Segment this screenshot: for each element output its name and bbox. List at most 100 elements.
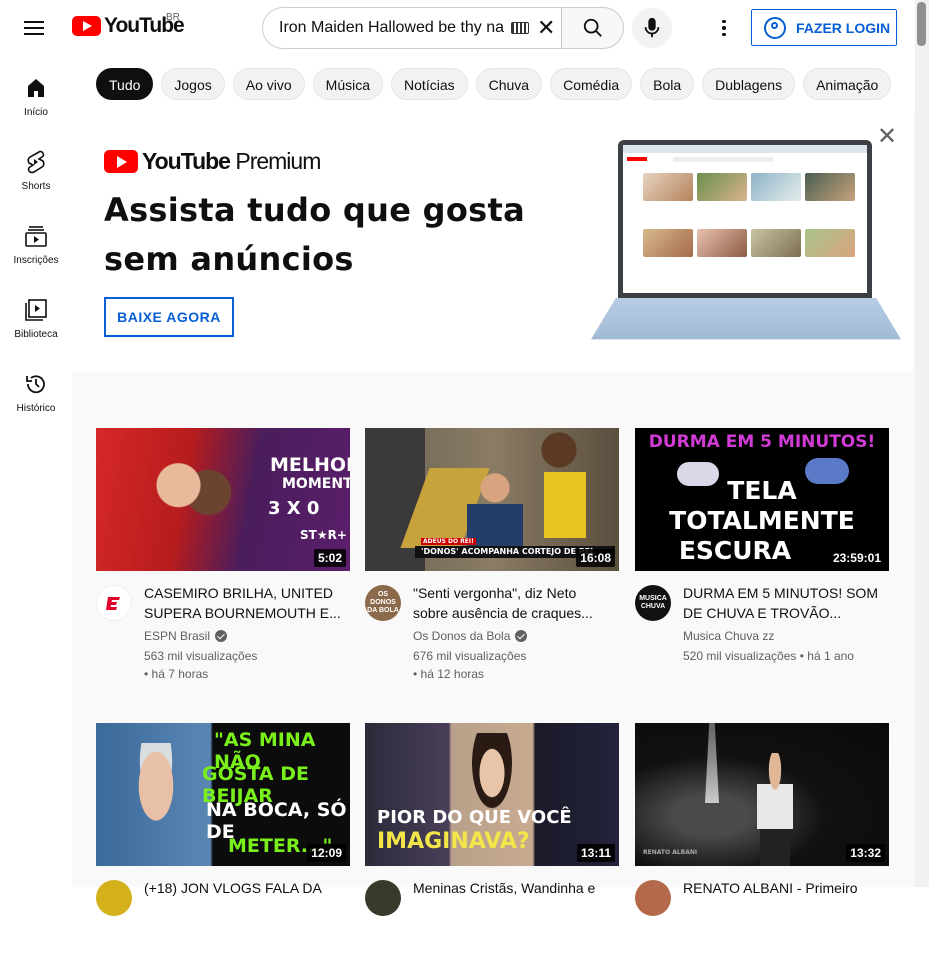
thumbnail-caption: RENATO ALBANI xyxy=(643,849,698,856)
thumbnail-tag: ADEUS DO REI! xyxy=(421,538,476,545)
chip-comedy[interactable]: Comédia xyxy=(550,68,633,100)
youtube-play-icon xyxy=(72,16,101,36)
sidebar-item-shorts[interactable]: Shorts xyxy=(0,130,72,204)
channel-avatar[interactable] xyxy=(96,880,132,916)
account-icon xyxy=(764,16,786,39)
subscriptions-icon xyxy=(25,226,47,247)
video-card[interactable]: PIOR DO QUE VOCÊ IMAGINAVA? 13:11 Menina… xyxy=(365,723,619,966)
video-title[interactable]: DURMA EM 5 MINUTOS! SOM DE CHUVA E TROVÃ… xyxy=(683,583,883,623)
video-thumbnail[interactable]: DURMA EM 5 MINUTOS! TELA TOTALMENTE ESCU… xyxy=(635,428,889,571)
upload-age: há 12 horas xyxy=(420,667,484,681)
video-card[interactable]: 'DONOS' ACOMPANHA CORTEJO DE PEL ADEUS D… xyxy=(365,428,619,681)
chip-live[interactable]: Ao vivo xyxy=(232,68,305,100)
menu-icon[interactable] xyxy=(24,17,48,39)
thumbnail-caption: MELHORES xyxy=(270,454,350,476)
search-input[interactable]: Iron Maiden Hallowed be thy na ✕ xyxy=(262,7,562,49)
video-thumbnail[interactable]: RENATO ALBANI 13:32 xyxy=(635,723,889,866)
video-thumbnail[interactable]: 'DONOS' ACOMPANHA CORTEJO DE PEL ADEUS D… xyxy=(365,428,619,571)
video-title[interactable]: RENATO ALBANI - Primeiro xyxy=(683,878,883,898)
chip-news[interactable]: Notícias xyxy=(391,68,468,100)
sidebar-item-label: Biblioteca xyxy=(14,329,58,340)
youtube-premium-logo: YouTube Premium xyxy=(104,148,321,175)
keyboard-icon[interactable] xyxy=(511,22,529,34)
channel-label: Os Donos da Bola xyxy=(413,629,511,643)
chip-games[interactable]: Jogos xyxy=(161,68,225,100)
sidebar-item-label: Início xyxy=(24,107,48,118)
channel-avatar[interactable]: OS DONOS DA BOLA xyxy=(365,585,401,621)
channel-avatar[interactable] xyxy=(635,880,671,916)
video-title[interactable]: Meninas Cristãs, Wandinha e xyxy=(413,878,613,898)
microphone-icon xyxy=(644,17,660,38)
thumbnail-caption: TELA xyxy=(727,476,797,505)
view-count: 676 mil visualizações xyxy=(413,649,527,663)
view-count: 520 mil visualizações xyxy=(683,649,797,663)
channel-name[interactable]: Musica Chuva zz xyxy=(683,629,774,643)
chip-music[interactable]: Música xyxy=(312,68,384,100)
brand-text: ST★R+ xyxy=(300,528,347,542)
sidebar-item-library[interactable]: Biblioteca xyxy=(0,278,72,352)
chip-dubbing[interactable]: Dublagens xyxy=(702,68,796,100)
channel-avatar[interactable] xyxy=(365,880,401,916)
youtube-play-icon xyxy=(104,150,138,173)
more-options-icon[interactable] xyxy=(712,14,736,42)
channel-label: Musica Chuva zz xyxy=(683,629,775,643)
upload-age: há 7 horas xyxy=(151,667,209,681)
channel-avatar[interactable] xyxy=(96,585,132,621)
video-card[interactable]: MELHORES MOMENTOS 3 x 0 ST★R+ 5:02 CASEM… xyxy=(96,428,350,681)
banner-title: Assista tudo que gosta sem anúncios xyxy=(104,191,525,278)
video-duration: 16:08 xyxy=(576,549,615,567)
video-thumbnail[interactable]: PIOR DO QUE VOCÊ IMAGINAVA? 13:11 xyxy=(365,723,619,866)
video-card[interactable]: RENATO ALBANI 13:32 RENATO ALBANI - Prim… xyxy=(635,723,889,966)
channel-avatar[interactable]: MUSICA CHUVA xyxy=(635,585,671,621)
video-duration: 23:59:01 xyxy=(828,549,885,567)
laptop-illustration xyxy=(591,140,901,346)
scrollbar[interactable] xyxy=(915,0,929,887)
verified-icon xyxy=(515,630,528,642)
search-query[interactable]: Iron Maiden Hallowed be thy na xyxy=(279,19,505,37)
premium-logo-suffix: Premium xyxy=(235,148,321,174)
video-title[interactable]: (+18) JON VLOGS FALA DA xyxy=(144,878,344,898)
video-thumbnail[interactable]: MELHORES MOMENTOS 3 x 0 ST★R+ 5:02 xyxy=(96,428,350,571)
login-button[interactable]: FAZER LOGIN xyxy=(751,9,897,46)
chip-all[interactable]: Tudo xyxy=(96,68,154,100)
thumbnail-caption: PIOR DO QUE VOCÊ xyxy=(377,807,572,828)
voice-search-button[interactable] xyxy=(632,8,672,48)
library-icon xyxy=(25,299,47,321)
scrollbar-thumb[interactable] xyxy=(917,2,926,46)
video-title[interactable]: CASEMIRO BRILHA, UNITED SUPERA BOURNEMOU… xyxy=(144,583,344,623)
video-duration: 13:32 xyxy=(846,844,885,862)
video-title[interactable]: "Senti vergonha", diz Neto sobre ausênci… xyxy=(413,583,613,623)
chip-animation[interactable]: Animação xyxy=(803,68,892,100)
sidebar-item-history[interactable]: Histórico xyxy=(0,352,72,426)
download-now-button[interactable]: BAIXE AGORA xyxy=(104,297,234,337)
region-code: BR xyxy=(166,12,180,23)
video-card[interactable]: DURMA EM 5 MINUTOS! TELA TOTALMENTE ESCU… xyxy=(635,428,889,671)
sidebar-item-label: Histórico xyxy=(16,403,56,414)
verified-icon xyxy=(215,630,228,642)
sidebar-item-home[interactable]: Início xyxy=(0,56,72,130)
channel-name[interactable]: Os Donos da Bola xyxy=(413,629,528,643)
thumbnail-caption: 'DONOS' ACOMPANHA CORTEJO DE PEL xyxy=(421,547,596,556)
thumbnail-caption: IMAGINAVA? xyxy=(377,829,530,854)
chip-ball[interactable]: Bola xyxy=(640,68,695,100)
video-duration: 13:11 xyxy=(576,844,615,862)
mini-guide: Início Shorts Inscrições Biblioteca Hist… xyxy=(0,56,72,887)
view-count: 563 mil visualizações xyxy=(144,649,258,663)
sidebar-item-subscriptions[interactable]: Inscrições xyxy=(0,204,72,278)
shorts-icon xyxy=(27,150,45,174)
video-card[interactable]: "AS MINA NÃO GOSTA DE BEIJAR NA BOCA, SÓ… xyxy=(96,723,350,966)
history-icon xyxy=(26,375,45,394)
channel-name[interactable]: ESPN Brasil xyxy=(144,629,228,643)
sidebar-item-label: Inscrições xyxy=(13,255,59,266)
premium-banner: YouTube Premium Assista tudo que gosta s… xyxy=(72,112,913,371)
close-icon[interactable]: ✕ xyxy=(537,17,555,39)
thumbnail-caption: TOTALMENTE xyxy=(669,506,855,535)
sidebar-item-label: Shorts xyxy=(21,181,51,192)
chip-rain[interactable]: Chuva xyxy=(475,68,543,100)
thumbnail-caption: DURMA EM 5 MINUTOS! xyxy=(648,432,876,452)
score-text: 3 x 0 xyxy=(268,498,320,519)
youtube-logo[interactable]: YouTube BR xyxy=(72,12,185,38)
premium-logo-text: YouTube xyxy=(142,148,231,174)
video-thumbnail[interactable]: "AS MINA NÃO GOSTA DE BEIJAR NA BOCA, SÓ… xyxy=(96,723,350,866)
search-button[interactable] xyxy=(561,7,624,49)
